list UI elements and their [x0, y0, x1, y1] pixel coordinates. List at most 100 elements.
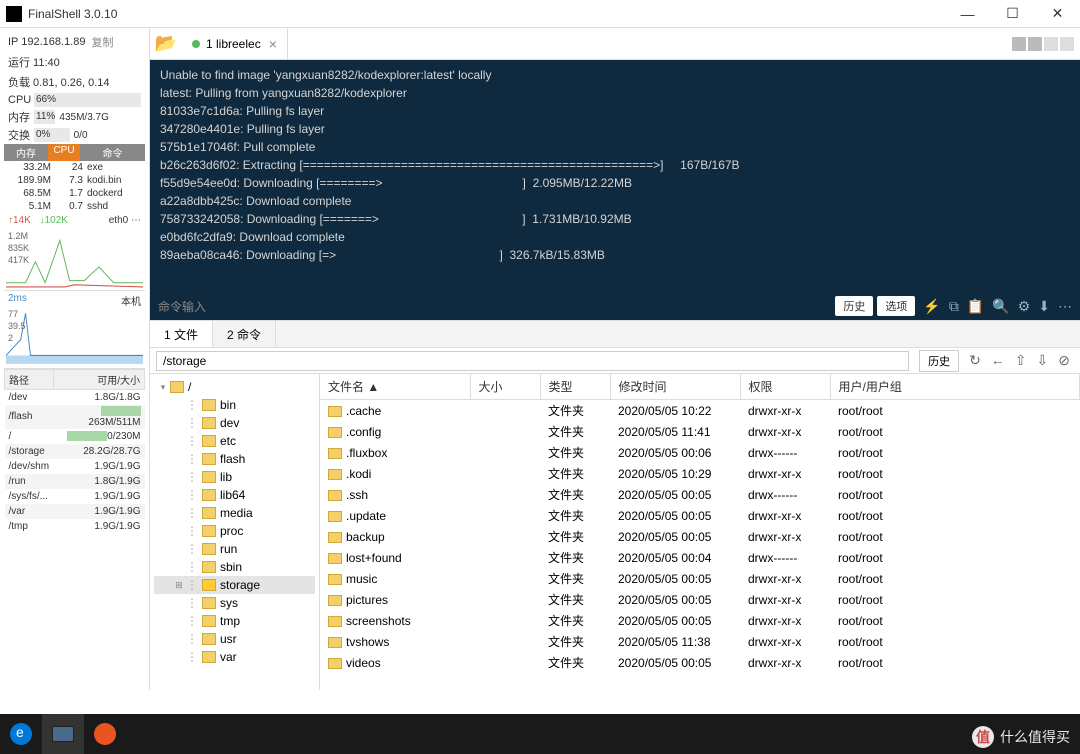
file-row[interactable]: .kodi文件夹2020/05/05 10:29drwxr-xr-xroot/r…: [320, 463, 1080, 484]
file-row[interactable]: pictures文件夹2020/05/05 00:05drwxr-xr-xroo…: [320, 589, 1080, 610]
file-row[interactable]: .cache文件夹2020/05/05 10:22drwxr-xr-xroot/…: [320, 400, 1080, 422]
copy-icon[interactable]: ⧉: [949, 298, 959, 315]
disk-row[interactable]: /dev/shm1.9G/1.9G: [5, 459, 145, 474]
tree-item[interactable]: ⋮dev: [154, 414, 315, 432]
disk-row[interactable]: /run1.8G/1.9G: [5, 474, 145, 489]
tree-item[interactable]: ⋮etc: [154, 432, 315, 450]
disk-row[interactable]: /var1.9G/1.9G: [5, 504, 145, 519]
disk-row[interactable]: /storage28.2G/28.7G: [5, 444, 145, 459]
view-switcher[interactable]: [1012, 28, 1080, 59]
mem-label: 内存: [8, 109, 34, 125]
col-size[interactable]: 大小: [470, 374, 540, 400]
tab-close-icon[interactable]: ×: [269, 36, 277, 52]
tab-files[interactable]: 1 文件: [150, 321, 213, 347]
folder-tree[interactable]: ▾/ ⋮bin⋮dev⋮etc⋮flash⋮lib⋮lib64⋮media⋮pr…: [150, 374, 320, 690]
file-list[interactable]: 文件名 ▲ 大小 类型 修改时间 权限 用户/用户组 .cache文件夹2020…: [320, 374, 1080, 690]
net-graph: 1.2M835K417K: [6, 230, 143, 288]
file-row[interactable]: lost+found文件夹2020/05/05 00:04drwx------r…: [320, 547, 1080, 568]
taskbar[interactable]: 值什么值得买: [0, 714, 1080, 754]
refresh-icon[interactable]: ↻: [969, 352, 981, 369]
file-row[interactable]: screenshots文件夹2020/05/05 00:05drwxr-xr-x…: [320, 610, 1080, 631]
more-icon[interactable]: ⋯: [1058, 298, 1072, 315]
terminal-line: b26c263d6f02: Extracting [==============…: [160, 156, 1070, 174]
tree-item[interactable]: ⊞⋮storage: [154, 576, 315, 594]
tree-item[interactable]: ⋮lib64: [154, 486, 315, 504]
search-icon[interactable]: 🔍: [992, 298, 1009, 315]
col-mtime[interactable]: 修改时间: [610, 374, 740, 400]
tree-item[interactable]: ⋮flash: [154, 450, 315, 468]
terminal-line: a22a8dbb425c: Download complete: [160, 192, 1070, 210]
terminal-line: latest: Pulling from yangxuan8282/kodexp…: [160, 84, 1070, 102]
file-row[interactable]: .update文件夹2020/05/05 00:05drwxr-xr-xroot…: [320, 505, 1080, 526]
copy-ip-button[interactable]: 复制: [91, 34, 113, 50]
tree-item[interactable]: ⋮tmp: [154, 612, 315, 630]
terminal-line: e0bd6fc2dfa9: Download complete: [160, 228, 1070, 246]
upload-icon[interactable]: ⇧: [1015, 352, 1027, 369]
disk-table: 路径可用/大小 /dev1.8G/1.8G/flash263M/511M/0/2…: [4, 369, 145, 534]
file-row[interactable]: .config文件夹2020/05/05 11:41drwxr-xr-xroot…: [320, 421, 1080, 442]
col-perm[interactable]: 权限: [740, 374, 830, 400]
file-row[interactable]: backup文件夹2020/05/05 00:05drwxr-xr-xroot/…: [320, 526, 1080, 547]
maximize-button[interactable]: ☐: [990, 0, 1035, 28]
terminal[interactable]: Unable to find image 'yangxuan8282/kodex…: [150, 60, 1080, 320]
path-history-button[interactable]: 历史: [919, 350, 959, 372]
tree-item[interactable]: ⋮sbin: [154, 558, 315, 576]
download-icon[interactable]: ⇩: [1037, 352, 1049, 369]
disk-row[interactable]: /sys/fs/...1.9G/1.9G: [5, 489, 145, 504]
file-row[interactable]: videos文件夹2020/05/05 00:05drwxr-xr-xroot/…: [320, 652, 1080, 673]
delete-icon[interactable]: ⊘: [1058, 352, 1070, 369]
ping-stats: 2ms本机: [4, 291, 145, 306]
tree-item[interactable]: ⋮bin: [154, 396, 315, 414]
cpu-label: CPU: [8, 94, 34, 106]
proc-row[interactable]: 5.1M0.7sshd: [4, 200, 145, 213]
gear-icon[interactable]: ⚙: [1018, 298, 1031, 315]
bolt-icon[interactable]: ⚡: [923, 298, 940, 315]
tree-root[interactable]: ▾/: [154, 378, 315, 396]
download-icon[interactable]: ⬇: [1038, 298, 1050, 315]
open-folder-icon[interactable]: 📂: [150, 28, 182, 59]
disk-row[interactable]: /tmp1.9G/1.9G: [5, 519, 145, 534]
tree-item[interactable]: ⋮proc: [154, 522, 315, 540]
session-tabs: 📂 1 libreelec ×: [150, 28, 1080, 60]
tree-item[interactable]: ⋮run: [154, 540, 315, 558]
back-icon[interactable]: ←: [991, 352, 1005, 369]
tree-item[interactable]: ⋮lib: [154, 468, 315, 486]
col-owner[interactable]: 用户/用户组: [830, 374, 1080, 400]
path-input[interactable]: [156, 351, 909, 371]
col-type[interactable]: 类型: [540, 374, 610, 400]
tree-item[interactable]: ⋮var: [154, 648, 315, 666]
close-button[interactable]: ✕: [1035, 0, 1080, 28]
paste-icon[interactable]: 📋: [967, 298, 984, 315]
file-row[interactable]: tvshows文件夹2020/05/05 11:38drwxr-xr-xroot…: [320, 631, 1080, 652]
title-bar: FinalShell 3.0.10 — ☐ ✕: [0, 0, 1080, 28]
finalshell-app[interactable]: [42, 714, 84, 754]
tree-item[interactable]: ⋮sys: [154, 594, 315, 612]
edge-app[interactable]: [0, 714, 42, 754]
proc-row[interactable]: 33.2M24exe: [4, 161, 145, 174]
command-input[interactable]: 命令输入: [158, 298, 835, 315]
net-stats: ↑14K ↓102K eth0 ⋯: [4, 213, 145, 228]
file-row[interactable]: .ssh文件夹2020/05/05 00:05drwx------root/ro…: [320, 484, 1080, 505]
file-row[interactable]: .fluxbox文件夹2020/05/05 00:06drwx------roo…: [320, 442, 1080, 463]
terminal-line: 758733242058: Downloading [=======> ] 1.…: [160, 210, 1070, 228]
load-label: 负载 0.81, 0.26, 0.14: [4, 72, 145, 92]
app-title: FinalShell 3.0.10: [28, 7, 945, 21]
col-name[interactable]: 文件名 ▲: [320, 374, 470, 400]
cpu-bar: 66%: [34, 93, 141, 107]
tab-commands[interactable]: 2 命令: [213, 321, 276, 347]
minimize-button[interactable]: —: [945, 0, 990, 28]
options-button[interactable]: 选项: [877, 296, 915, 316]
watermark: 值什么值得买: [972, 726, 1070, 748]
disk-row[interactable]: /0/230M: [5, 429, 145, 444]
disk-row[interactable]: /flash263M/511M: [5, 405, 145, 429]
disk-row[interactable]: /dev1.8G/1.8G: [5, 390, 145, 405]
history-button[interactable]: 历史: [835, 296, 873, 316]
tree-item[interactable]: ⋮media: [154, 504, 315, 522]
session-tab[interactable]: 1 libreelec ×: [182, 28, 288, 59]
terminal-line: 81033e7c1d6a: Pulling fs layer: [160, 102, 1070, 120]
ubuntu-app[interactable]: [84, 714, 126, 754]
file-row[interactable]: music文件夹2020/05/05 00:05drwxr-xr-xroot/r…: [320, 568, 1080, 589]
tree-item[interactable]: ⋮usr: [154, 630, 315, 648]
proc-row[interactable]: 68.5M1.7dockerd: [4, 187, 145, 200]
proc-row[interactable]: 189.9M7.3kodi.bin: [4, 174, 145, 187]
